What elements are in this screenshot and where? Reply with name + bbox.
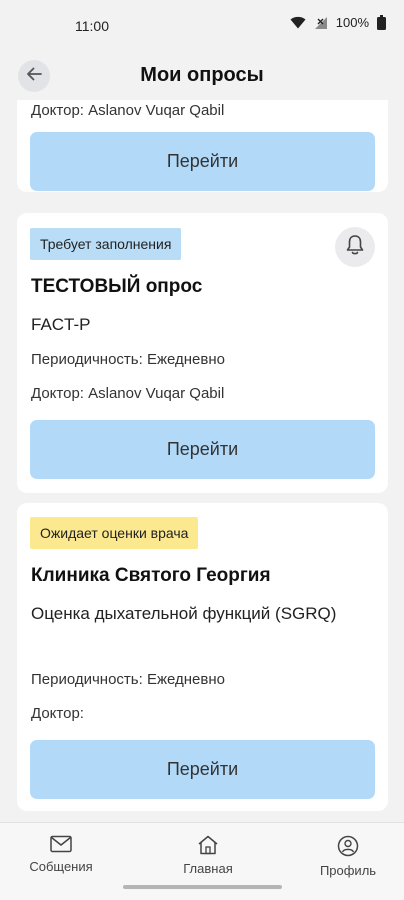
status-badge: Ожидает оценки врача (30, 517, 199, 549)
bell-icon (345, 234, 365, 261)
survey-list[interactable]: Доктор: Aslanov Vuqar Qabil Перейти Треб… (0, 100, 404, 822)
home-indicator[interactable] (123, 885, 282, 889)
nav-label: Профиль (319, 863, 377, 878)
card-periodicity: Периодичность: Ежедневно (31, 351, 225, 368)
survey-card: Требует заполнения ТЕСТОВЫЙ опрос FACT-P… (17, 213, 388, 493)
survey-card: Ожидает оценки врача Клиника Святого Гео… (17, 503, 388, 811)
battery-percent: 100% (335, 15, 369, 30)
status-time: 11:00 (75, 18, 109, 34)
go-button[interactable]: Перейти (30, 420, 375, 479)
card-periodicity: Периодичность: Ежедневно (31, 671, 225, 688)
status-bar: 11:00 100% (0, 0, 404, 52)
card-doctor: Доктор: (31, 705, 84, 722)
wifi-icon (290, 16, 306, 29)
survey-card: Доктор: Aslanov Vuqar Qabil Перейти (17, 100, 388, 192)
nav-item-home[interactable]: Главная (158, 835, 258, 876)
home-icon (197, 835, 219, 855)
go-button[interactable]: Перейти (30, 740, 375, 799)
go-button[interactable]: Перейти (30, 132, 375, 191)
reminder-button[interactable] (335, 227, 375, 267)
card-doctor: Доктор: Aslanov Vuqar Qabil (31, 102, 225, 119)
card-survey-name: FACT-P (31, 315, 91, 334)
card-doctor: Доктор: Aslanov Vuqar Qabil (31, 385, 225, 402)
battery-icon (377, 15, 386, 30)
status-icons: 100% (290, 15, 386, 30)
nav-label: Собщения (29, 859, 93, 874)
nav-item-profile[interactable]: Профиль (298, 835, 398, 878)
mail-icon (50, 835, 72, 853)
card-title: Клиника Святого Георгия (31, 565, 271, 586)
status-badge: Требует заполнения (30, 228, 182, 260)
page-title: Мои опросы (140, 64, 264, 86)
nav-label: Главная (183, 861, 233, 876)
nav-item-messages[interactable]: Собщения (11, 835, 111, 874)
profile-icon (337, 835, 359, 857)
card-title: ТЕСТОВЫЙ опрос (31, 276, 203, 297)
signal-icon (314, 16, 328, 30)
card-survey-name: Оценка дыхательной функций (SGRQ) (31, 604, 337, 623)
app-header: Мои опросы (0, 52, 404, 100)
